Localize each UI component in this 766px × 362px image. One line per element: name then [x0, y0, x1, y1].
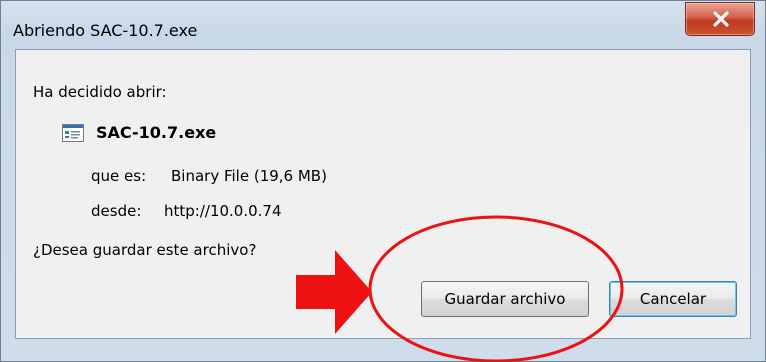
dialog-content: Ha decidido abrir: SAC-10.7.exe que es: …	[15, 49, 751, 339]
title-bar: Abriendo SAC-10.7.exe	[1, 1, 765, 47]
window-title: Abriendo SAC-10.7.exe	[13, 21, 198, 40]
close-button[interactable]	[685, 2, 755, 36]
source-url: http://10.0.0.74	[164, 202, 282, 220]
cancel-button[interactable]: Cancelar	[609, 281, 737, 317]
executable-file-icon	[62, 124, 84, 142]
file-type-value: Binary File (19,6 MB)	[171, 167, 327, 185]
file-type-label: que es:	[91, 167, 147, 185]
intro-text: Ha decidido abrir:	[33, 83, 167, 101]
source-label: desde:	[91, 202, 142, 220]
save-question: ¿Desea guardar este archivo?	[33, 241, 257, 259]
download-dialog-window: Abriendo SAC-10.7.exe Ha decidido abrir:…	[0, 0, 766, 362]
file-name: SAC-10.7.exe	[96, 123, 217, 142]
save-file-button[interactable]: Guardar archivo	[421, 281, 589, 317]
close-icon	[713, 11, 729, 27]
